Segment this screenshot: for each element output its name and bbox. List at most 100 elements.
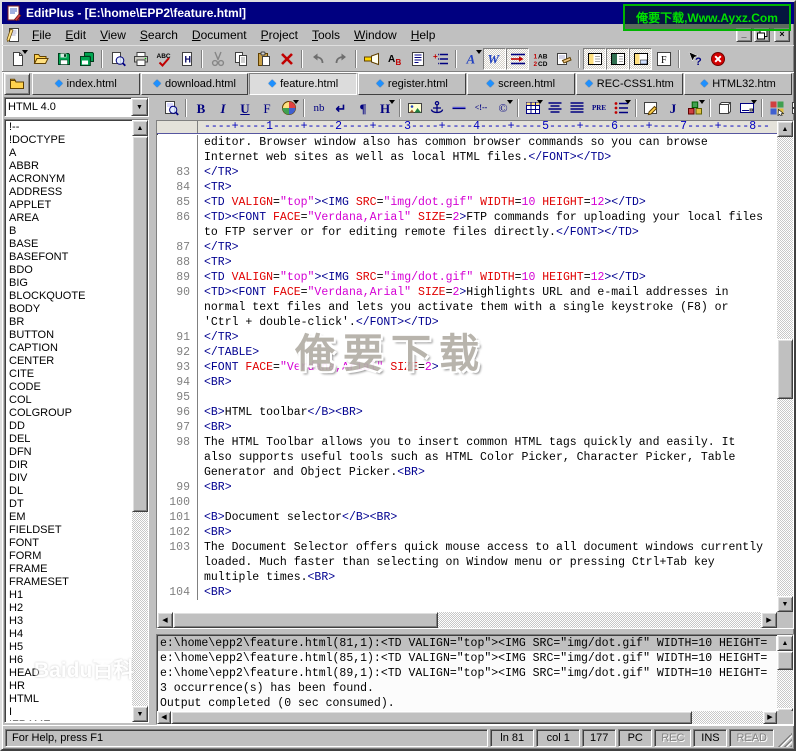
tag-list-item[interactable]: HEAD [6,667,131,680]
tag-list-item[interactable]: COL [6,394,131,407]
scroll-track[interactable] [132,136,148,706]
tag-list-item[interactable]: !DOCTYPE [6,134,131,147]
scroll-down-icon[interactable]: ▼ [777,596,793,612]
editor-pane[interactable]: ----+----1----+----2----+----3----+----4… [156,120,794,629]
code-line[interactable]: 89<TD VALIGN="top"><IMG SRC="img/dot.gif… [157,270,777,285]
url-highlight-button[interactable] [552,48,575,70]
tag-list-item[interactable]: ACRONYM [6,173,131,186]
bold-button[interactable]: B [190,98,212,119]
scroll-thumb[interactable] [777,339,793,399]
scroll-left-icon[interactable]: ◀ [157,711,171,724]
menu-help[interactable]: Help [404,26,443,44]
code-line[interactable]: 94<BR> [157,375,777,390]
output-line[interactable]: e:\home\epp2\feature.html(81,1):<TD VALI… [158,636,776,651]
output-window[interactable]: e:\home\epp2\feature.html(81,1):<TD VALI… [156,634,794,725]
scroll-track[interactable] [777,137,793,596]
tag-list-item[interactable]: FRAMESET [6,576,131,589]
code-line[interactable]: 85<TD VALIGN="top"><IMG SRC="img/dot.gif… [157,195,777,210]
tag-list-item[interactable]: AREA [6,212,131,225]
paste-button[interactable] [252,48,275,70]
tab-index.html[interactable]: ◆index.html [32,73,140,95]
split-window-button[interactable] [788,98,796,119]
tag-list-item[interactable]: DT [6,498,131,511]
output-line[interactable]: 3 occurrence(s) has been found. [158,681,776,696]
code-line[interactable]: 95 [157,390,777,405]
code-line[interactable]: Generator and Object Picker.<BR> [157,465,777,480]
output-line[interactable]: e:\home\epp2\feature.html(85,1):<TD VALI… [158,651,776,666]
tag-list-item[interactable]: DFN [6,446,131,459]
tag-list-item[interactable]: CAPTION [6,342,131,355]
new-document-button[interactable] [6,48,29,70]
tag-list-item[interactable]: BUTTON [6,329,131,342]
tag-list-item[interactable]: BR [6,316,131,329]
tag-list-item[interactable]: CITE [6,368,131,381]
tag-list-item[interactable]: DIR [6,459,131,472]
menu-search[interactable]: Search [133,26,185,44]
tag-list-item[interactable]: DL [6,485,131,498]
anchor-button[interactable] [426,98,448,119]
comment-button[interactable]: <!-- [470,98,492,119]
menu-view[interactable]: View [93,26,133,44]
tag-list-item[interactable]: I [6,706,131,719]
code-line[interactable]: Internet web sites as well as local HTML… [157,150,777,165]
code-line[interactable]: loaded. Much faster than selecting on Wi… [157,555,777,570]
color-picker-button[interactable] [360,48,383,70]
tag-list-item[interactable]: COLGROUP [6,407,131,420]
tag-list-item[interactable]: HTML [6,693,131,706]
tab-download.html[interactable]: ◆download.html [141,73,249,95]
preformatted-button[interactable]: PRE [588,98,610,119]
code-line[interactable]: 90<TD><FONT FACE="Verdana,Arial" SIZE=2>… [157,285,777,300]
line-break-button[interactable]: ↵ [330,98,352,119]
print-preview-button[interactable] [106,48,129,70]
scroll-track[interactable] [171,711,763,724]
delete-button[interactable] [275,48,298,70]
save-button[interactable] [52,48,75,70]
tag-list-item[interactable]: FRAME [6,563,131,576]
tag-list-item[interactable]: BASE [6,238,131,251]
html-template-button[interactable]: H [175,48,198,70]
function-list-button[interactable]: + [429,48,452,70]
scroll-thumb[interactable] [173,612,438,628]
scroll-up-icon[interactable]: ▲ [777,121,793,137]
code-line[interactable]: normal text files and lets you activate … [157,300,777,315]
underline-button[interactable]: U [234,98,256,119]
image-button[interactable] [404,98,426,119]
code-line[interactable]: 98The HTML Toolbar allows you to insert … [157,435,777,450]
textarea-button[interactable] [640,98,662,119]
tag-list-item[interactable]: H5 [6,641,131,654]
tab-REC-CSS1.htm[interactable]: ◆REC-CSS1.htm [576,73,684,95]
html-color-picker-button[interactable] [278,98,300,119]
table-button[interactable] [522,98,544,119]
tag-list-item[interactable]: H4 [6,628,131,641]
code-line[interactable]: multiple times.<BR> [157,570,777,585]
browser-preview-button[interactable] [160,98,182,119]
tag-list-item[interactable]: FIELDSET [6,524,131,537]
scroll-left-icon[interactable]: ◀ [157,612,173,628]
special-character-button[interactable]: © [492,98,514,119]
scroll-right-icon[interactable]: ▶ [761,612,777,628]
output-window-button[interactable] [629,48,652,70]
menu-document[interactable]: Document [185,26,254,44]
tag-list-item[interactable]: H3 [6,615,131,628]
sort-button[interactable]: 1AB2CD [529,48,552,70]
scroll-thumb[interactable] [132,136,148,512]
context-help-button[interactable]: ? [683,48,706,70]
save-all-button[interactable] [75,48,98,70]
scroll-down-icon[interactable]: ▼ [132,706,148,722]
cliptext-window-button[interactable] [606,48,629,70]
code-line[interactable]: 103The Document Selector offers quick mo… [157,540,777,555]
italic-button[interactable]: I [212,98,234,119]
align-center-button[interactable] [544,98,566,119]
tab-feature.html[interactable]: ◆feature.html [249,73,357,95]
heading-button[interactable]: H [374,98,396,119]
scroll-track[interactable] [173,612,761,628]
list-button[interactable] [610,98,632,119]
output-line[interactable]: e:\home\epp2\feature.html(89,1):<TD VALI… [158,666,776,681]
tag-list-item[interactable]: CODE [6,381,131,394]
tag-list-scrollbar[interactable]: ▲ ▼ [132,120,148,722]
tag-list-item[interactable]: BIG [6,277,131,290]
form-button[interactable] [736,98,758,119]
code-line[interactable]: 87</TR> [157,240,777,255]
script-button[interactable]: J [662,98,684,119]
code-line[interactable]: 101<B>Document selector</B><BR> [157,510,777,525]
